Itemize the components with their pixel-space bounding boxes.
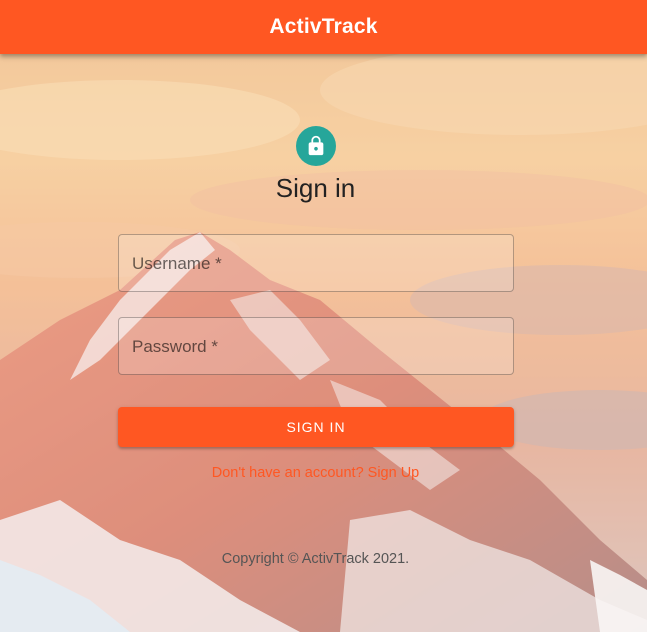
username-field[interactable]: Username * <box>118 234 514 292</box>
username-input[interactable] <box>119 235 513 291</box>
password-input[interactable] <box>119 318 513 374</box>
page-title: Sign in <box>275 173 356 203</box>
password-field[interactable]: Password * <box>118 317 514 375</box>
copyright-text: Copyright © ActivTrack 2021. <box>221 551 410 567</box>
sign-in-button[interactable]: SIGN IN <box>118 407 514 447</box>
sign-up-link[interactable]: Don't have an account? Sign Up <box>0 465 631 481</box>
app-title: ActivTrack <box>269 15 378 38</box>
background-veil <box>0 0 647 632</box>
app-bar: ActivTrack <box>0 0 647 54</box>
lock-avatar <box>296 126 336 166</box>
lock-icon <box>308 135 324 156</box>
